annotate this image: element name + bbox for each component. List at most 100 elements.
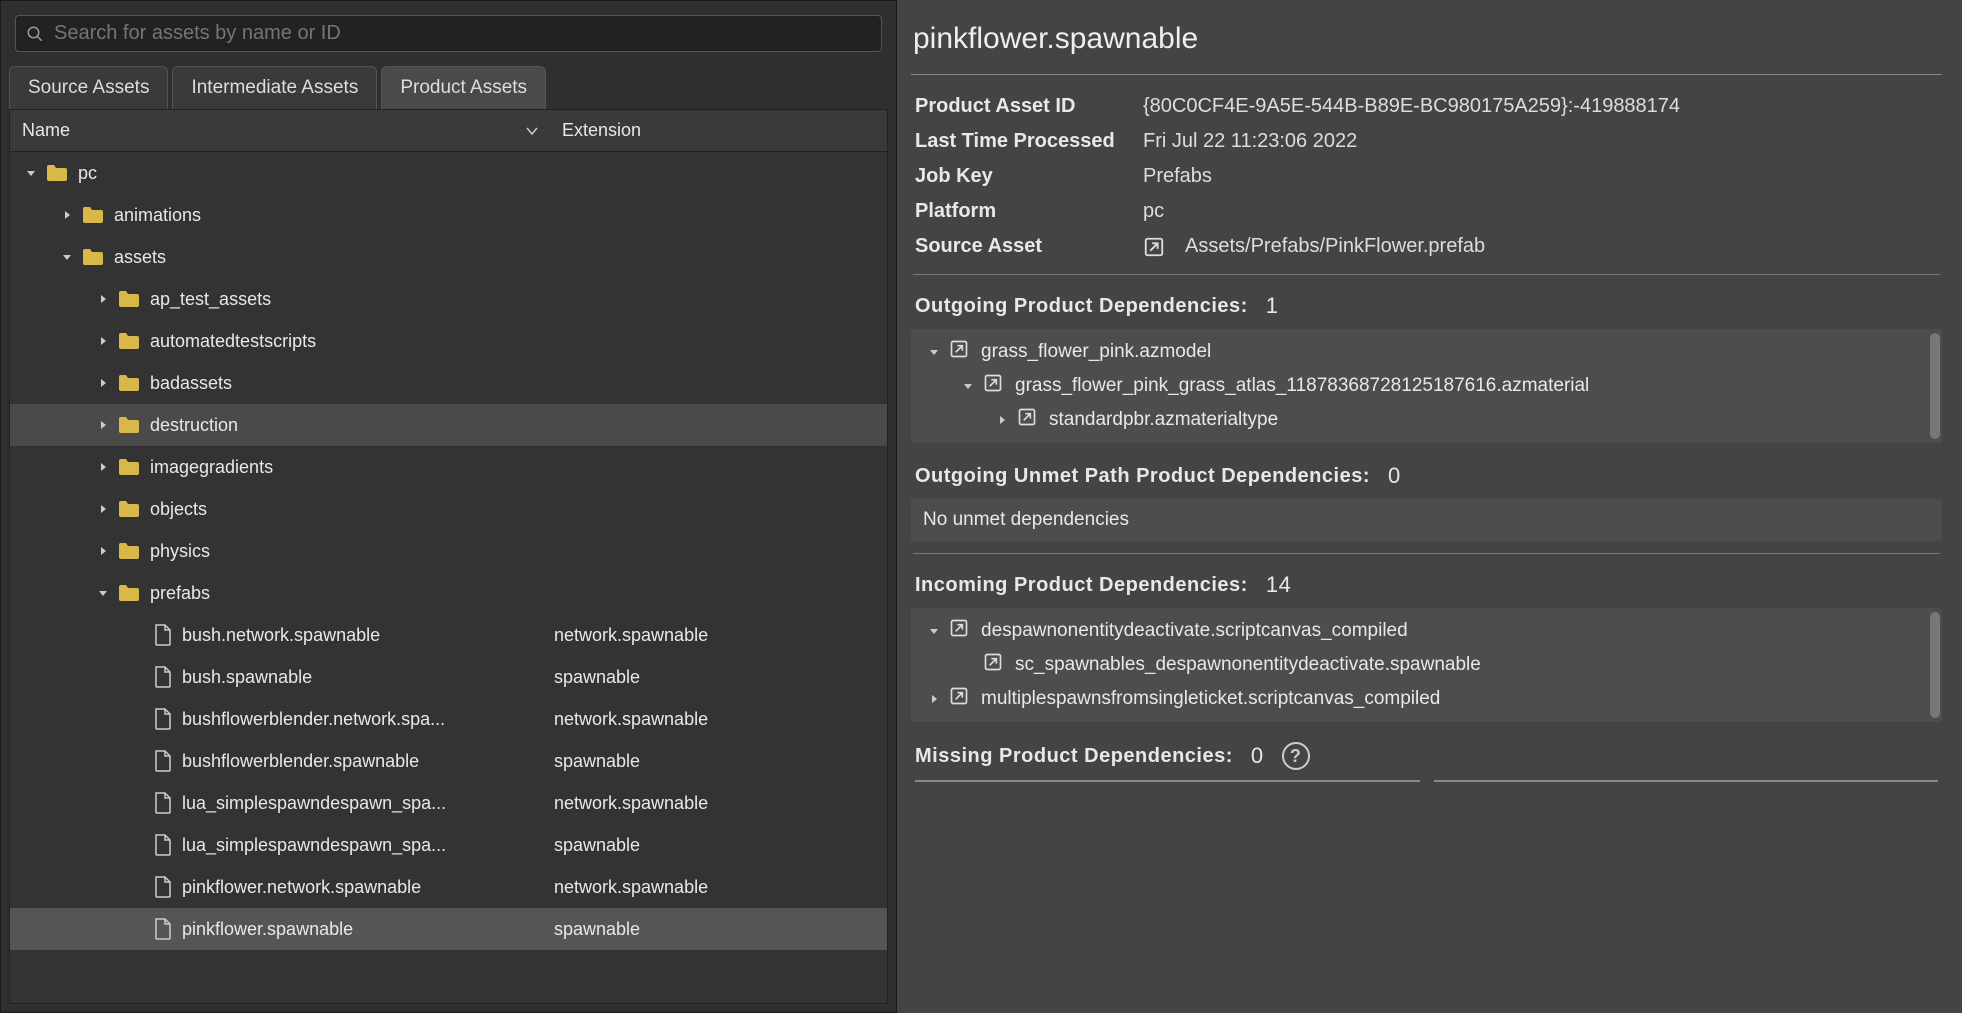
external-link-icon[interactable] (983, 652, 1003, 678)
tree-folder-row[interactable]: pc (10, 152, 887, 194)
section-label: Missing Product Dependencies: (915, 745, 1233, 768)
tree-file-row[interactable]: bushflowerblender.network.spa...network.… (10, 698, 887, 740)
info-row-last-time: Last Time Processed Fri Jul 22 11:23:06 … (911, 124, 1942, 159)
expand-arrow-icon[interactable] (94, 416, 112, 434)
expand-arrow-icon[interactable] (959, 377, 977, 395)
tree-item-label: ap_test_assets (150, 289, 271, 310)
expand-arrow-icon[interactable] (993, 411, 1011, 429)
file-icon (154, 918, 172, 940)
info-value: Assets/Prefabs/PinkFlower.prefab (1143, 235, 1938, 258)
tree-folder-row[interactable]: destruction (10, 404, 887, 446)
outgoing-deps-list: grass_flower_pink.azmodelgrass_flower_pi… (911, 329, 1942, 443)
help-icon[interactable]: ? (1282, 742, 1310, 770)
asset-tree: Name Extension pcanimations assets ap_test… (9, 109, 888, 1004)
external-link-icon[interactable] (949, 618, 969, 644)
tree-item-label: prefabs (150, 583, 210, 604)
tree-item-extension: network.spawnable (550, 877, 887, 898)
tree-item-label: destruction (150, 415, 238, 436)
tree-folder-row[interactable]: prefabs (10, 572, 887, 614)
dependency-row[interactable]: grass_flower_pink_grass_atlas_1187836872… (911, 369, 1942, 403)
expand-arrow-icon (130, 836, 148, 854)
column-name[interactable]: Name (10, 110, 550, 151)
info-row-job-key: Job Key Prefabs (911, 159, 1942, 194)
expand-arrow-icon[interactable] (94, 458, 112, 476)
tree-folder-row[interactable]: assets (10, 236, 887, 278)
tree-item-extension: network.spawnable (550, 709, 887, 730)
tree-item-label: automatedtestscripts (150, 331, 316, 352)
expand-arrow-icon[interactable] (925, 690, 943, 708)
expand-arrow-icon[interactable] (925, 343, 943, 361)
tree-item-label: bush.spawnable (182, 667, 312, 688)
scrollbar[interactable] (1930, 333, 1940, 439)
tree-folder-row[interactable]: ap_test_assets (10, 278, 887, 320)
folder-icon (118, 290, 140, 308)
expand-arrow-icon[interactable] (94, 290, 112, 308)
expand-arrow-icon (130, 668, 148, 686)
tree-file-row[interactable]: bush.spawnablespawnable (10, 656, 887, 698)
tab-product-assets[interactable]: Product Assets (381, 66, 546, 109)
tree-file-row[interactable]: lua_simplespawndespawn_spa...spawnable (10, 824, 887, 866)
tree-file-row[interactable]: bushflowerblender.spawnablespawnable (10, 740, 887, 782)
tree-file-row[interactable]: pinkflower.spawnablespawnable (10, 908, 887, 950)
expand-arrow-icon[interactable] (94, 374, 112, 392)
tree-folder-row[interactable]: animations (10, 194, 887, 236)
expand-arrow-icon[interactable] (22, 164, 40, 182)
external-link-icon[interactable] (1143, 236, 1165, 258)
external-link-icon[interactable] (983, 373, 1003, 399)
tree-folder-row[interactable]: badassets (10, 362, 887, 404)
expand-arrow-icon[interactable] (58, 206, 76, 224)
dependency-label: standardpbr.azmaterialtype (1049, 409, 1278, 431)
dependency-row[interactable]: multiplespawnsfromsingleticket.scriptcan… (911, 682, 1942, 716)
tree-item-extension: spawnable (550, 835, 887, 856)
expand-arrow-icon[interactable] (925, 622, 943, 640)
column-extension-label: Extension (562, 120, 641, 140)
tree-file-row[interactable]: pinkflower.network.spawnablenetwork.spaw… (10, 866, 887, 908)
dependency-row[interactable]: despawnonentitydeactivate.scriptcanvas_c… (911, 614, 1942, 648)
tree-folder-row[interactable]: automatedtestscripts (10, 320, 887, 362)
file-icon (154, 834, 172, 856)
tree-item-label: badassets (150, 373, 232, 394)
no-unmet-message: No unmet dependencies (911, 499, 1942, 541)
dependency-label: sc_spawnables_despawnonentitydeactivate.… (1015, 654, 1481, 676)
folder-icon (118, 584, 140, 602)
tree-item-label: bush.network.spawnable (182, 625, 380, 646)
tree-folder-row[interactable]: objects (10, 488, 887, 530)
info-label: Last Time Processed (915, 130, 1143, 153)
expand-arrow-icon (130, 878, 148, 896)
expand-arrow-icon[interactable] (94, 332, 112, 350)
expand-arrow-icon[interactable] (58, 248, 76, 266)
tree-folder-row[interactable]: physics (10, 530, 887, 572)
tab-intermediate-assets[interactable]: Intermediate Assets (172, 66, 377, 109)
tree-item-extension: spawnable (550, 751, 887, 772)
search-bar[interactable] (15, 15, 882, 52)
dependency-label: multiplespawnsfromsingleticket.scriptcan… (981, 688, 1440, 710)
asset-tabs: Source Assets Intermediate Assets Produc… (5, 66, 892, 109)
dependency-label: despawnonentitydeactivate.scriptcanvas_c… (981, 620, 1408, 642)
expand-arrow-icon[interactable] (94, 584, 112, 602)
dependency-row[interactable]: standardpbr.azmaterialtype (911, 403, 1942, 437)
folder-icon (118, 500, 140, 518)
info-label: Source Asset (915, 235, 1143, 258)
scrollbar[interactable] (1930, 612, 1940, 718)
search-input[interactable] (54, 22, 871, 45)
tab-source-assets[interactable]: Source Assets (9, 66, 168, 109)
expand-arrow-icon (130, 710, 148, 728)
tree-file-row[interactable]: bush.network.spawnablenetwork.spawnable (10, 614, 887, 656)
tree-item-label: imagegradients (150, 457, 273, 478)
tree-file-row[interactable]: lua_simplespawndespawn_spa...network.spa… (10, 782, 887, 824)
source-asset-path[interactable]: Assets/Prefabs/PinkFlower.prefab (1185, 235, 1485, 258)
section-label: Outgoing Product Dependencies: (915, 295, 1248, 318)
external-link-icon[interactable] (949, 686, 969, 712)
tree-item-label: assets (114, 247, 166, 268)
external-link-icon[interactable] (1017, 407, 1037, 433)
expand-arrow-icon[interactable] (94, 542, 112, 560)
dependency-row[interactable]: sc_spawnables_despawnonentitydeactivate.… (911, 648, 1942, 682)
section-count: 0 (1251, 743, 1264, 769)
expand-arrow-icon[interactable] (94, 500, 112, 518)
dependency-row[interactable]: grass_flower_pink.azmodel (911, 335, 1942, 369)
external-link-icon[interactable] (949, 339, 969, 365)
info-value: pc (1143, 200, 1938, 223)
column-extension[interactable]: Extension (550, 110, 887, 151)
folder-icon (118, 416, 140, 434)
tree-folder-row[interactable]: imagegradients (10, 446, 887, 488)
